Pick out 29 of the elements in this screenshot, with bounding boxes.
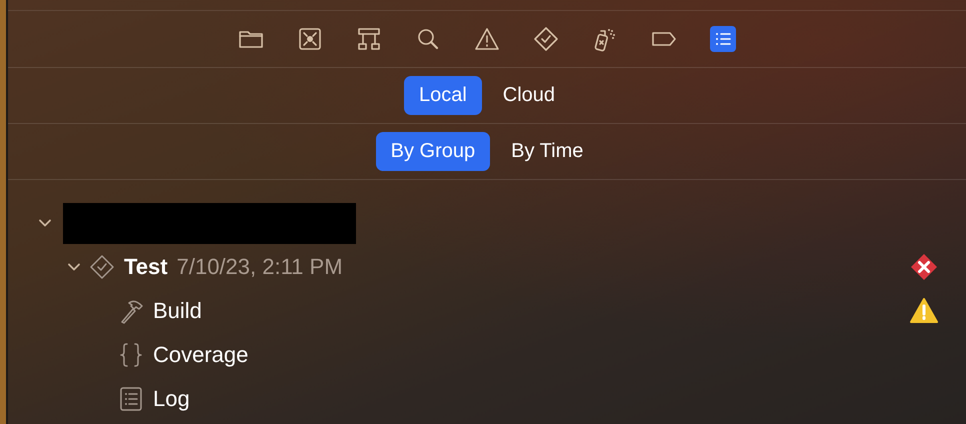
report-row[interactable]: Test 7/10/23, 2:11 PM xyxy=(8,245,966,289)
report-label: Coverage xyxy=(153,342,248,368)
report-row[interactable]: Build xyxy=(8,289,966,333)
issue-navigator-button[interactable] xyxy=(474,26,500,52)
debug-navigator-button[interactable] xyxy=(592,26,618,52)
report-label: Build xyxy=(153,298,202,324)
report-label: Log xyxy=(153,386,190,412)
hierarchy-icon xyxy=(356,26,382,52)
grouping-tab[interactable]: By Time xyxy=(496,132,598,171)
diamond-check-icon xyxy=(89,254,115,280)
list-icon xyxy=(118,386,144,412)
braces-icon xyxy=(118,342,144,368)
spray-bottle-icon xyxy=(592,26,618,52)
report-label: Test xyxy=(124,254,168,280)
diamond-check-icon xyxy=(533,26,559,52)
location-tab[interactable]: Local xyxy=(404,76,482,115)
location-tab[interactable]: Cloud xyxy=(488,76,570,115)
search-icon xyxy=(415,26,441,52)
warning-triangle-icon xyxy=(474,26,500,52)
report-row[interactable]: Coverage xyxy=(8,333,966,377)
report-row[interactable]: Log xyxy=(8,377,966,421)
hierarchy-navigator-button[interactable] xyxy=(356,26,382,52)
source-control-navigator-button[interactable] xyxy=(297,26,323,52)
square-burst-icon xyxy=(297,26,323,52)
search-button[interactable] xyxy=(415,26,441,52)
grouping-tab[interactable]: By Group xyxy=(376,132,490,171)
test-navigator-button[interactable] xyxy=(533,26,559,52)
report-navigator-button[interactable] xyxy=(710,26,736,52)
report-time: 7/10/23, 2:11 PM xyxy=(176,254,343,280)
